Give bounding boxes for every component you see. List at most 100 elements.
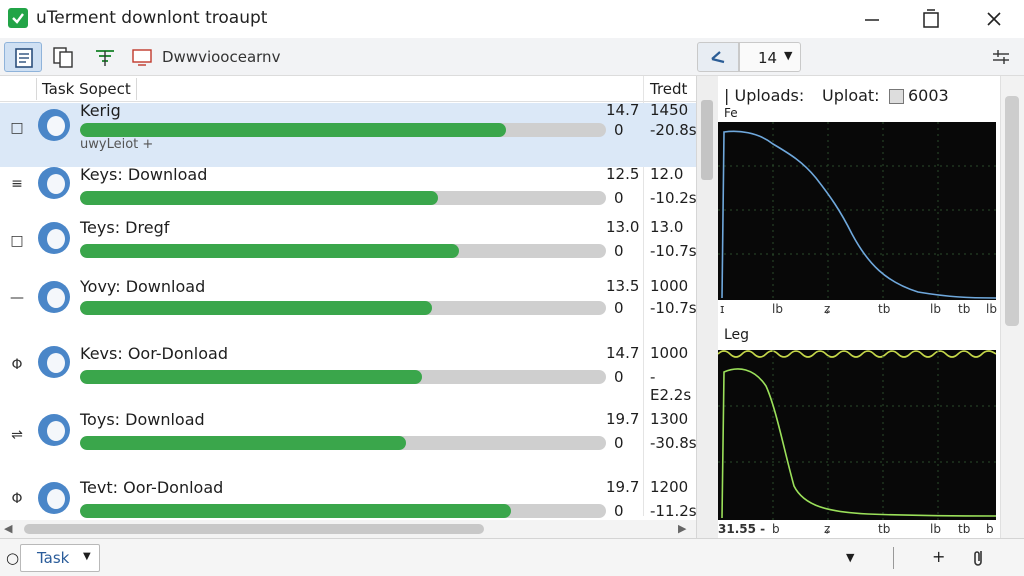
progress-bar <box>80 123 606 137</box>
task-upload: 1000 <box>650 344 689 362</box>
filter-icon[interactable] <box>88 42 126 72</box>
tick-label: ʑ <box>824 522 831 536</box>
window-title: uTerment downlont troaupt <box>36 8 268 28</box>
column-separator[interactable] <box>136 78 137 100</box>
task-name: Kevs: Oor-Donload <box>80 344 228 363</box>
progress-fill <box>80 436 407 450</box>
task-size: 13.5 <box>606 277 640 295</box>
progress-bar <box>80 370 606 384</box>
task-eta: -20.8s <box>650 121 697 139</box>
check-icon <box>8 8 28 28</box>
task-name: Kerig <box>80 101 121 120</box>
chevron-down-icon[interactable]: ▼ <box>846 551 854 564</box>
task-subtitle: uwyLeiot + <box>80 137 154 152</box>
progress-fill <box>80 370 422 384</box>
row-type-icon: Φ <box>11 357 23 373</box>
task-row[interactable]: — Yovy: Download 13.5 0 1000 -10.7s <box>0 275 697 339</box>
task-upload: 1300 <box>650 410 689 428</box>
scrollbar-thumb[interactable] <box>701 100 713 180</box>
avatar <box>38 167 70 199</box>
close-button[interactable] <box>979 4 1009 34</box>
task-eta: -10.2s <box>650 189 697 207</box>
task-zero: 0 <box>614 242 624 260</box>
toolbar-label: Dwwvioocearnv <box>162 48 281 66</box>
task-size: 14.7 <box>606 101 640 119</box>
scrollbar-thumb[interactable] <box>1005 96 1019 326</box>
document-icon[interactable] <box>4 42 42 72</box>
panel-divider[interactable] <box>696 76 718 538</box>
avatar <box>38 346 70 378</box>
tick-label: lb <box>772 302 783 316</box>
upload-panel-header: | Uploads: Uploat: 6003 Fe <box>718 82 1000 122</box>
task-name: Yovy: Download <box>80 277 206 296</box>
copy-icon[interactable] <box>46 42 84 72</box>
chart-x-ticks: ɪ lb ʑ tb lb tb lb <box>718 302 1000 320</box>
bottom-bar: ○ Task ▼ ▼ + <box>0 538 1024 576</box>
chart-legend-label: Leg <box>724 327 750 343</box>
row-type-icon: □ <box>10 120 24 136</box>
task-row[interactable]: □ Teys: Dregf 13.0 0 13.0 -10.7s <box>0 216 696 280</box>
task-name: Tevt: Oor-Donload <box>80 478 224 497</box>
avatar <box>38 109 70 141</box>
tick-label: tb <box>878 522 891 536</box>
row-type-icon: — <box>10 290 24 306</box>
back-arrow-button[interactable] <box>697 42 739 72</box>
title-bar: uTerment downlont troaupt <box>0 0 1024 38</box>
task-name: Keys: Download <box>80 165 208 184</box>
task-zero: 0 <box>614 502 624 520</box>
avatar <box>38 281 70 313</box>
download-speed-chart <box>718 350 996 520</box>
vertical-scrollbar[interactable] <box>1000 76 1024 538</box>
sliders-icon[interactable] <box>990 46 1012 68</box>
row-type-icon: Φ <box>11 491 23 507</box>
progress-fill <box>80 244 459 258</box>
task-zero: 0 <box>614 368 624 386</box>
upload-series-line <box>721 130 996 299</box>
task-name: Toys: Download <box>80 410 205 429</box>
search-icon[interactable]: ○ <box>6 549 19 567</box>
task-dropdown[interactable]: Task ▼ <box>20 544 100 572</box>
progress-bar <box>80 191 606 205</box>
toolbar: Dwwvioocearnv 14 ▼ <box>0 38 1024 76</box>
count-dropdown[interactable]: 14 ▼ <box>739 42 801 72</box>
tick-label: tb <box>878 302 891 316</box>
horizontal-scrollbar[interactable]: ◀ ▶ <box>0 520 696 538</box>
row-type-icon: □ <box>10 233 24 249</box>
column-header-tredt[interactable]: Tredt <box>650 80 687 98</box>
tick-label: lb <box>930 302 941 316</box>
column-header-task[interactable]: Task Sopect <box>42 80 131 98</box>
tick-label: 31.55 - <box>718 522 766 536</box>
upload-speed-chart <box>718 122 996 300</box>
progress-bar <box>80 436 606 450</box>
maximize-button[interactable] <box>916 4 946 34</box>
avatar <box>38 482 70 514</box>
task-name: Teys: Dregf <box>80 218 170 237</box>
scroll-left-icon[interactable]: ◀ <box>4 522 12 535</box>
task-size: 19.7 <box>606 478 640 496</box>
minimize-button[interactable] <box>857 4 887 34</box>
task-row[interactable]: Φ Kevs: Oor-Donload 14.7 0 1000 -E2.2s <box>0 342 696 406</box>
task-dropdown-label: Task <box>37 549 70 567</box>
progress-fill <box>80 504 512 518</box>
screen-icon[interactable] <box>130 42 154 72</box>
tick-label: ɪ <box>720 302 725 316</box>
tick-label: tb <box>958 302 971 316</box>
task-row[interactable]: □ Kerig uwyLeiot + 14.7 0 1450 -20.8s <box>0 101 697 167</box>
task-size: 12.5 <box>606 165 640 183</box>
row-type-icon: ⇌ <box>11 427 23 443</box>
upload-checkbox[interactable] <box>889 89 904 104</box>
task-row[interactable]: Φ Tevt: Oor-Donload 19.7 0 1200 -11.2s <box>0 476 696 520</box>
column-separator[interactable] <box>36 78 37 100</box>
scroll-right-icon[interactable]: ▶ <box>678 522 686 535</box>
add-icon[interactable]: + <box>932 547 945 566</box>
scrollbar-thumb[interactable] <box>24 524 484 534</box>
tick-label: tb <box>958 522 971 536</box>
task-zero: 0 <box>614 299 624 317</box>
count-value: 14 <box>758 49 778 67</box>
paperclip-icon[interactable] <box>972 548 986 572</box>
row-type-icon: ≡ <box>11 176 23 192</box>
task-upload: 12.0 <box>650 165 684 183</box>
tick-label: lb <box>930 522 941 536</box>
chevron-down-icon: ▼ <box>784 49 793 62</box>
task-row[interactable]: ⇌ Toys: Download 19.7 0 1300 -30.8s <box>0 410 697 474</box>
